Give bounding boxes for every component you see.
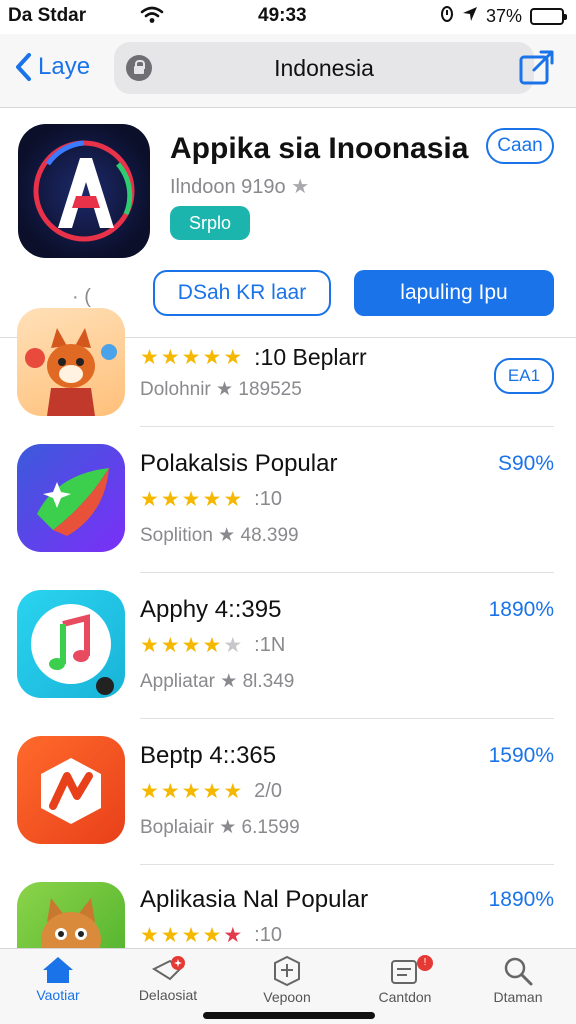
app-meta: Boplaiair ★ 6.1599 — [140, 816, 300, 839]
developer-label: Appliatar — [140, 671, 215, 692]
tab-apps[interactable]: Vepoon — [237, 955, 337, 1005]
list-item[interactable]: Polakalsis Popular ★ ★ ★ ★ ★ :10 Soplition ★… — [0, 444, 576, 584]
back-label: Laye — [38, 53, 91, 80]
rating-text: :10 — [254, 488, 282, 510]
developer-label: Dolohnir — [140, 379, 211, 400]
rating-stars: ★ ★ ★ ★ ★ 2/0 — [140, 780, 282, 803]
star-icon: ★ — [216, 379, 234, 400]
rating-text: :10 — [254, 924, 282, 946]
rating-stars: ★ ★ ★ ★ ★ :1N — [140, 634, 286, 657]
tab-label: Cantdon — [378, 989, 432, 1005]
app-name: Beptp 4::365 — [140, 742, 277, 769]
app-name: Aplikasia Nal Popular — [140, 886, 369, 913]
location-icon — [462, 6, 478, 27]
home-icon — [43, 957, 73, 983]
rating-text: 2/0 — [254, 780, 282, 802]
fox-app-icon — [17, 308, 125, 416]
star-icon: ★ — [218, 525, 236, 546]
review-count: 6.1599 — [241, 817, 300, 838]
app-icon — [17, 444, 125, 552]
rating-text: :10 Beplarr — [254, 344, 367, 370]
app-icon — [17, 736, 125, 844]
apps-icon — [274, 955, 300, 987]
list-item[interactable]: Beptp 4::365 ★ ★ ★ ★ ★ 2/0 Boplaiair ★ 6.159… — [0, 736, 576, 876]
divider — [140, 718, 554, 719]
featured-app-subtitle: Ilndoon 919o ★ — [170, 174, 309, 199]
app-meta: Dolohnir ★ 189525 — [140, 378, 302, 401]
page-indicator: · ( — [72, 286, 91, 308]
alarm-icon — [440, 5, 454, 28]
featured-app-card: Appika sia Inoonasia Ilndoon 919o ★ Srpl… — [0, 108, 576, 338]
wifi-icon — [140, 6, 164, 29]
rating-text: :1N — [254, 634, 286, 656]
tab-home[interactable]: Vaotiar — [8, 955, 108, 1003]
carrier-label: Da Stdar — [8, 5, 87, 26]
battery-icon — [530, 8, 567, 25]
tab-label: Vaotiar — [36, 987, 80, 1003]
review-count: 48.399 — [240, 525, 299, 546]
music-app-icon — [17, 590, 125, 698]
share-icon[interactable] — [518, 48, 556, 91]
review-count: 8l.349 — [242, 671, 295, 692]
price-label[interactable]: 1890% — [489, 598, 554, 622]
address-text: Indonesia — [274, 55, 374, 81]
rating-stars: ★ ★ ★ ★ ★ :10 Beplarr — [140, 344, 367, 370]
primary-action-button[interactable]: lapuling Ipu — [354, 270, 554, 316]
app-meta: Appliatar ★ 8l.349 — [140, 670, 294, 693]
star-icon: ★ — [291, 176, 310, 198]
star-icon: ★ — [219, 817, 237, 838]
back-button[interactable]: Laye — [14, 52, 90, 82]
rating-stars: ★ ★ ★ ★ ★ :10 — [140, 924, 282, 947]
tab-updates[interactable]: ! Cantdon — [355, 955, 455, 1005]
list-item[interactable]: Apphy 4::395 ★ ★ ★ ★ ★ :1N Appliatar ★ 8l.34… — [0, 590, 576, 730]
divider — [140, 572, 554, 573]
developer-label: Boplaiair — [140, 817, 214, 838]
divider — [140, 426, 554, 427]
get-button[interactable]: EA1 — [494, 358, 554, 394]
tab-games[interactable]: Delaosiat — [118, 955, 218, 1003]
get-button[interactable]: Caan — [486, 128, 554, 164]
review-count: 189525 — [238, 379, 302, 400]
notification-badge: ! — [417, 955, 433, 971]
featured-app-icon[interactable] — [18, 124, 150, 258]
price-label[interactable]: 1890% — [489, 888, 554, 912]
chevron-left-icon — [16, 53, 31, 81]
search-icon — [504, 957, 533, 986]
status-bar: Da Stdar 49:33 37% — [0, 0, 576, 34]
cat-app-icon — [17, 882, 125, 948]
tab-search[interactable]: Dtaman — [468, 955, 568, 1005]
address-bar[interactable]: Indonesia — [114, 42, 534, 94]
tab-label: Delaosiat — [138, 987, 198, 1003]
list-item[interactable]: Aplikasia Nal Popular ★ ★ ★ ★ ★ :10 1890% — [0, 882, 576, 948]
developer-label: Soplition — [140, 525, 213, 546]
list-item[interactable]: ★ ★ ★ ★ ★ :10 Beplarr Dolohnir ★ 189525 EA1 — [0, 308, 576, 438]
tab-label: Vepoon — [263, 989, 311, 1005]
price-label[interactable]: S90% — [498, 452, 554, 476]
navigation-bar: Laye Indonesia — [0, 34, 576, 108]
tab-label: Dtaman — [493, 989, 543, 1005]
price-label[interactable]: 1590% — [489, 744, 554, 768]
home-indicator — [203, 1012, 375, 1019]
divider — [140, 864, 554, 865]
category-tag[interactable]: Srplo — [170, 206, 250, 240]
games-icon — [151, 956, 185, 981]
star-icon: ★ — [220, 671, 238, 692]
featured-subtitle-text: Ilndoon 919o — [170, 176, 286, 198]
battery-percent: 37% — [485, 6, 522, 26]
app-meta: Soplition ★ 48.399 — [140, 524, 299, 547]
app-name: Apphy 4::395 — [140, 596, 282, 623]
rating-stars: ★ ★ ★ ★ ★ :10 — [140, 488, 282, 511]
featured-app-title: Appika sia Inoonasia — [170, 132, 469, 165]
secondary-action-button[interactable]: DSah KR laar — [153, 270, 331, 316]
clock: 49:33 — [258, 5, 307, 26]
app-name: Polakalsis Popular — [140, 450, 338, 477]
